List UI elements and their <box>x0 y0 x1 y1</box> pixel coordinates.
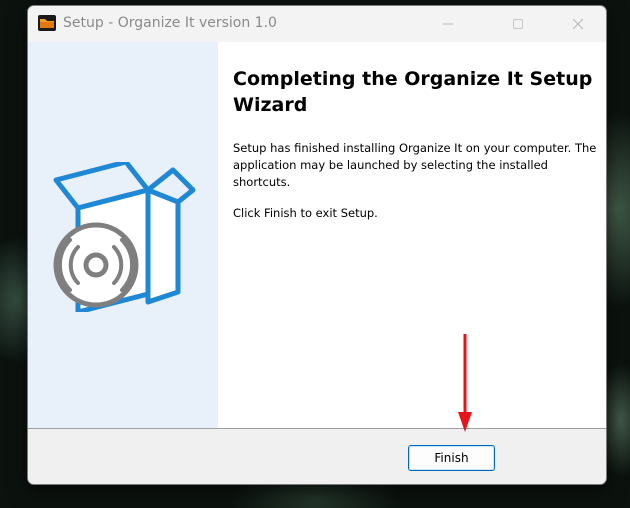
finish-button[interactable]: Finish <box>408 445 495 471</box>
exit-instruction: Click Finish to exit Setup. <box>233 206 378 220</box>
window-title: Setup - Organize It version 1.0 <box>63 15 277 31</box>
title-bar[interactable]: Setup - Organize It version 1.0 <box>28 6 606 42</box>
wizard-content: Completing the Organize It Setup Wizard … <box>218 42 606 428</box>
wizard-heading: Completing the Organize It Setup Wizard <box>233 68 593 116</box>
folder-app-icon <box>38 15 56 31</box>
minimize-icon[interactable] <box>425 6 471 42</box>
setup-window: Setup - Organize It version 1.0 Completi… <box>27 5 607 485</box>
wizard-footer: Finish <box>28 428 606 484</box>
maximize-icon[interactable] <box>495 6 541 42</box>
close-icon[interactable] <box>555 6 601 42</box>
software-box-cd-icon <box>48 159 198 315</box>
red-arrow-down-icon <box>455 332 475 432</box>
finish-message: Setup has finished installing Organize I… <box>233 141 597 189</box>
wizard-side-panel <box>28 42 218 428</box>
